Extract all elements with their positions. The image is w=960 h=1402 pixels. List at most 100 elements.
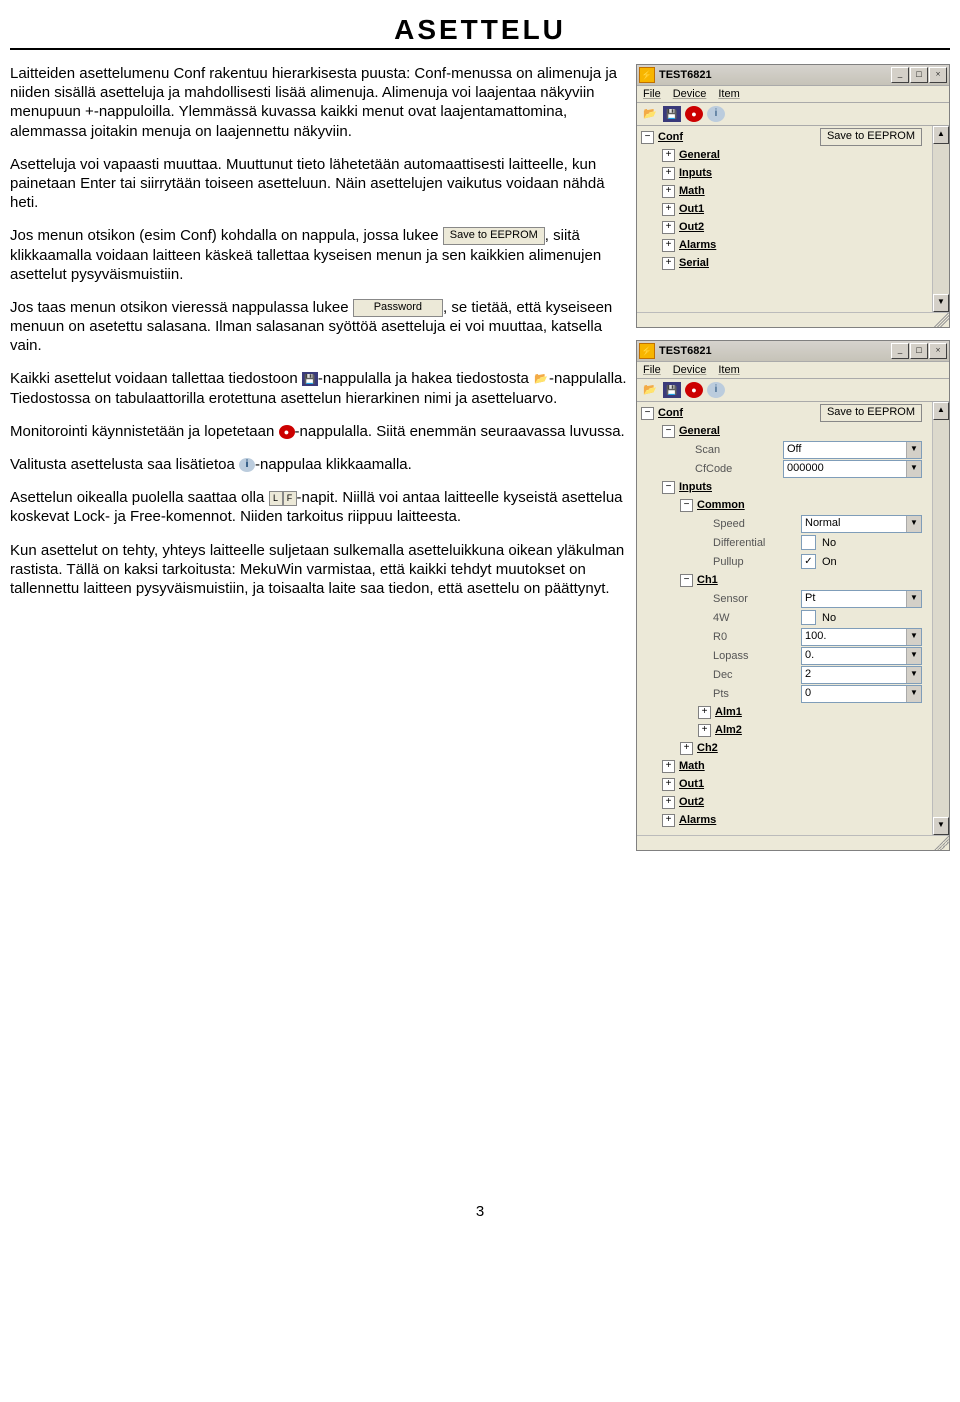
scroll-up-button[interactable]: ▲ [933, 402, 949, 420]
tree-node-general[interactable]: General [678, 149, 721, 161]
tree-node-alm1[interactable]: Alm1 [714, 706, 743, 718]
dropdown-scan[interactable]: Off▼ [783, 441, 922, 459]
toolbar-open-icon[interactable]: 📂 [641, 106, 659, 122]
tree-node-math[interactable]: Math [678, 760, 706, 772]
scroll-up-button[interactable]: ▲ [933, 126, 949, 144]
save-to-eeprom-button[interactable]: Save to EEPROM [820, 404, 922, 422]
field-label-dec: Dec [641, 669, 801, 681]
tree-panel: − Conf Save to EEPROM −General ScanOff▼ … [637, 402, 932, 835]
menu-device[interactable]: Device [673, 364, 707, 376]
text-run: Kaikki asettelut voidaan tallettaa tiedo… [10, 370, 302, 387]
tree-node-general[interactable]: General [678, 425, 721, 437]
expander-minus[interactable]: − [662, 481, 675, 494]
resize-grip[interactable] [933, 836, 949, 850]
minimize-button[interactable]: _ [891, 343, 909, 359]
expander-plus[interactable]: + [698, 706, 711, 719]
expander-plus[interactable]: + [662, 760, 675, 773]
tree-node-inputs[interactable]: Inputs [678, 481, 713, 493]
toolbar-monitor-icon[interactable]: ● [685, 106, 703, 122]
expander-plus[interactable]: + [662, 257, 675, 270]
expander-plus[interactable]: + [662, 239, 675, 252]
toolbar-open-icon[interactable]: 📂 [641, 382, 659, 398]
save-to-eeprom-button[interactable]: Save to EEPROM [443, 227, 545, 245]
minimize-button[interactable]: _ [891, 67, 909, 83]
tree-node-out2[interactable]: Out2 [678, 221, 705, 233]
expander-minus[interactable]: − [680, 499, 693, 512]
toolbar-info-icon[interactable]: i [707, 106, 725, 122]
app-icon: ⚡ [639, 67, 655, 83]
checkbox-pullup[interactable]: ✓ [801, 554, 816, 569]
text-run: Valitusta asettelusta saa lisätietoa [10, 456, 239, 473]
scrollbar[interactable]: ▲ ▼ [932, 402, 949, 835]
dropdown-pts[interactable]: 0▼ [801, 685, 922, 703]
menu-item[interactable]: Item [718, 364, 739, 376]
titlebar[interactable]: ⚡ TEST6821 _ □ × [637, 65, 949, 86]
expander-plus[interactable]: + [662, 167, 675, 180]
tree-node-out2[interactable]: Out2 [678, 796, 705, 808]
close-button[interactable]: × [929, 67, 947, 83]
expander-plus[interactable]: + [662, 778, 675, 791]
tree-node-ch2[interactable]: Ch2 [696, 742, 719, 754]
expander-plus[interactable]: + [662, 796, 675, 809]
dropdown-sensor[interactable]: Pt▼ [801, 590, 922, 608]
maximize-button[interactable]: □ [910, 343, 928, 359]
dropdown-cfcode[interactable]: 000000▼ [783, 460, 922, 478]
expander-minus[interactable]: − [641, 407, 654, 420]
expander-plus[interactable]: + [662, 185, 675, 198]
tree-node-conf[interactable]: Conf [657, 407, 684, 419]
text-run: Monitorointi käynnistetään ja lopetetaan [10, 423, 279, 440]
expander-minus[interactable]: − [662, 425, 675, 438]
monitor-icon: ● [279, 425, 295, 439]
tree-node-ch1[interactable]: Ch1 [696, 574, 719, 586]
scrollbar[interactable]: ▲ ▼ [932, 126, 949, 312]
menu-file[interactable]: File [643, 364, 661, 376]
window-title: TEST6821 [659, 69, 891, 81]
chevron-down-icon: ▼ [906, 442, 921, 458]
tree-node-serial[interactable]: Serial [678, 257, 710, 269]
scroll-down-button[interactable]: ▼ [933, 817, 949, 835]
page-number: 3 [10, 1203, 950, 1220]
tree-node-out1[interactable]: Out1 [678, 778, 705, 790]
expander-minus[interactable]: − [680, 574, 693, 587]
expander-plus[interactable]: + [698, 724, 711, 737]
menu-file[interactable]: File [643, 88, 661, 100]
password-button[interactable]: Password [353, 299, 443, 317]
scroll-down-button[interactable]: ▼ [933, 294, 949, 312]
close-button[interactable]: × [929, 343, 947, 359]
checkbox-differential[interactable] [801, 535, 816, 550]
toolbar-info-icon[interactable]: i [707, 382, 725, 398]
tree-node-out1[interactable]: Out1 [678, 203, 705, 215]
resize-grip[interactable] [933, 313, 949, 327]
tree-node-alarms[interactable]: Alarms [678, 814, 717, 826]
tree-node-alm2[interactable]: Alm2 [714, 724, 743, 736]
free-button[interactable]: F [283, 491, 297, 506]
expander-plus[interactable]: + [680, 742, 693, 755]
expander-plus[interactable]: + [662, 814, 675, 827]
dropdown-r0[interactable]: 100.▼ [801, 628, 922, 646]
tree-node-inputs[interactable]: Inputs [678, 167, 713, 179]
dropdown-lopass[interactable]: 0.▼ [801, 647, 922, 665]
toolbar-save-icon[interactable]: 💾 [663, 106, 681, 122]
expander-plus[interactable]: + [662, 149, 675, 162]
tree-node-alarms[interactable]: Alarms [678, 239, 717, 251]
tree-node-math[interactable]: Math [678, 185, 706, 197]
expander-plus[interactable]: + [662, 221, 675, 234]
menu-item[interactable]: Item [718, 88, 739, 100]
save-to-eeprom-button[interactable]: Save to EEPROM [820, 128, 922, 146]
field-label-differential: Differential [641, 537, 801, 549]
dropdown-speed[interactable]: Normal▼ [801, 515, 922, 533]
tree-node-conf[interactable]: Conf [657, 131, 684, 143]
menu-device[interactable]: Device [673, 88, 707, 100]
paragraph: Monitorointi käynnistetään ja lopetetaan… [10, 422, 630, 441]
dropdown-value: 2 [802, 667, 906, 683]
toolbar-monitor-icon[interactable]: ● [685, 382, 703, 398]
checkbox-4w[interactable] [801, 610, 816, 625]
expander-minus[interactable]: − [641, 131, 654, 144]
expander-plus[interactable]: + [662, 203, 675, 216]
lock-button[interactable]: L [269, 491, 283, 506]
dropdown-dec[interactable]: 2▼ [801, 666, 922, 684]
tree-node-common[interactable]: Common [696, 499, 746, 511]
toolbar-save-icon[interactable]: 💾 [663, 382, 681, 398]
maximize-button[interactable]: □ [910, 67, 928, 83]
titlebar[interactable]: ⚡ TEST6821 _ □ × [637, 341, 949, 362]
